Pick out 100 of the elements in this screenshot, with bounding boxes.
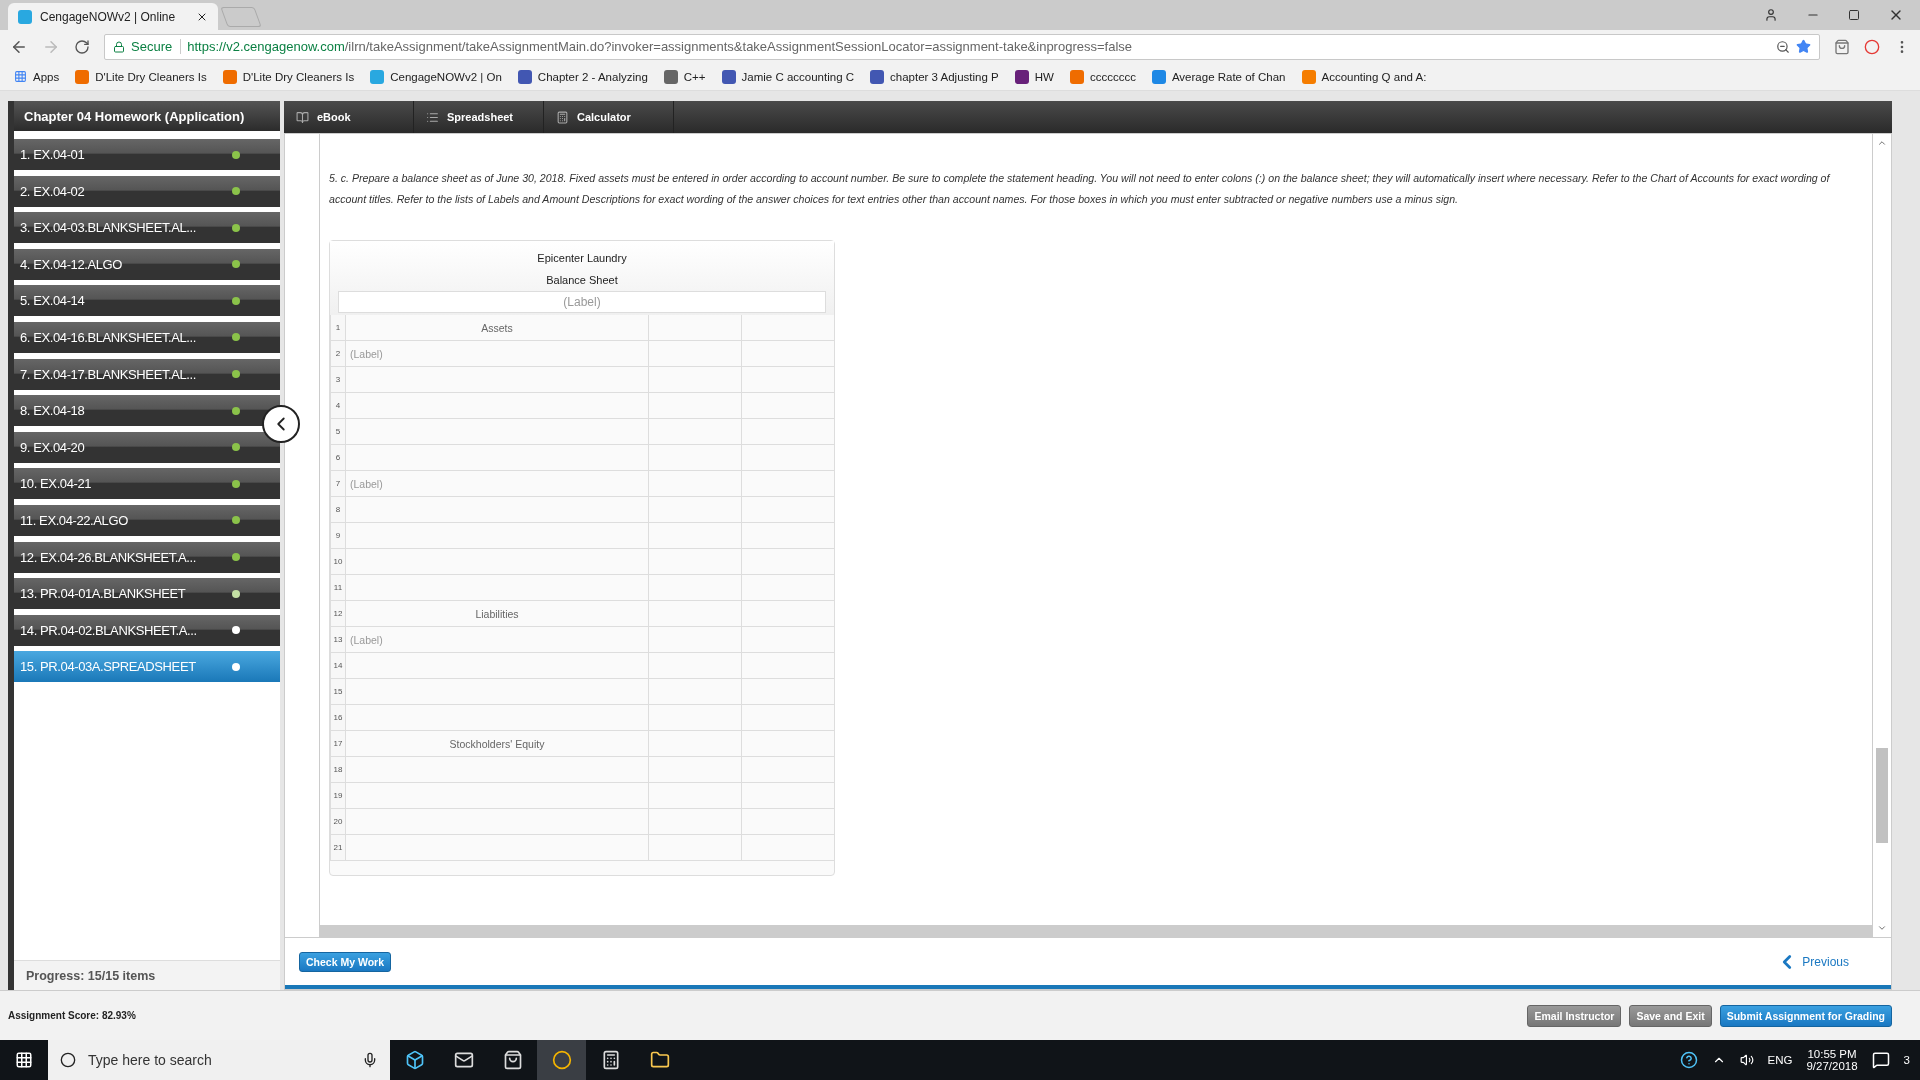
amount-field[interactable] — [649, 445, 742, 471]
date-field[interactable]: (Label) — [338, 291, 826, 313]
bookmark-link[interactable]: chapter 3 Adjusting P — [870, 69, 999, 84]
amount-field[interactable] — [649, 341, 742, 367]
label-field[interactable] — [346, 757, 649, 783]
question-item[interactable]: 8. EX.04-18 — [14, 395, 280, 427]
question-item[interactable]: 1. EX.04-01 — [14, 139, 280, 170]
speaker-icon[interactable] — [1739, 1053, 1754, 1067]
help-icon[interactable] — [1679, 1051, 1698, 1069]
amount-field[interactable] — [649, 315, 742, 341]
action-button[interactable]: Save and Exit — [1629, 1004, 1712, 1027]
action-button[interactable]: Email Instructor — [1527, 1004, 1622, 1027]
amount-field[interactable] — [649, 731, 742, 757]
bookmark-link[interactable]: Apps — [14, 70, 60, 83]
amount-field[interactable] — [649, 809, 742, 835]
question-item[interactable]: 3. EX.04-03.BLANKSHEET.AL... — [14, 212, 280, 244]
label-field[interactable] — [346, 523, 649, 549]
amount-field[interactable] — [649, 835, 742, 861]
amount-field[interactable] — [649, 367, 742, 393]
clock[interactable]: 10:55 PM 9/27/2018 — [1806, 1048, 1858, 1072]
amount-field[interactable] — [649, 757, 742, 783]
amount-field[interactable] — [649, 705, 742, 731]
notification-icon[interactable] — [1871, 1051, 1890, 1069]
question-item[interactable]: 15. PR.04-03A.SPREADSHEET — [14, 651, 280, 683]
bookmark-link[interactable]: Jamie C accounting C — [721, 69, 855, 84]
question-label: 7. EX.04-17.BLANKSHEET.AL... — [20, 366, 196, 382]
label-field[interactable]: (Label) — [346, 341, 649, 367]
label-field[interactable] — [346, 393, 649, 419]
amount-field[interactable] — [649, 627, 742, 653]
search-field[interactable]: Type here to search — [48, 1040, 390, 1080]
question-item[interactable]: 14. PR.04-02.BLANKSHEET.A... — [14, 614, 280, 646]
bookmark-link[interactable]: cccccccc — [1069, 69, 1136, 84]
amount-field[interactable] — [649, 393, 742, 419]
new-tab-button[interactable] — [220, 7, 262, 27]
amount-field[interactable] — [649, 679, 742, 705]
label-field[interactable] — [346, 367, 649, 393]
zoom-icon[interactable] — [1776, 39, 1790, 54]
label-field[interactable] — [346, 705, 649, 731]
reload-icon[interactable] — [74, 38, 90, 55]
amount-field[interactable] — [649, 601, 742, 627]
amount-field[interactable] — [649, 523, 742, 549]
question-item[interactable]: 7. EX.04-17.BLANKSHEET.AL... — [14, 358, 280, 390]
bookmark-link[interactable]: Accounting Q and A: — [1301, 69, 1427, 84]
label-field[interactable] — [346, 549, 649, 575]
question-label: 11. EX.04-22.ALGO — [20, 512, 128, 528]
amount-field[interactable] — [649, 575, 742, 601]
lock-icon — [113, 40, 125, 53]
label-field[interactable] — [346, 679, 649, 705]
question-label: 4. EX.04-12.ALGO — [20, 256, 122, 272]
question-item[interactable]: 13. PR.04-01A.BLANKSHEET — [14, 578, 280, 610]
question-item[interactable]: 12. EX.04-26.BLANKSHEET.A... — [14, 541, 280, 573]
scroll-down-icon[interactable] — [1877, 923, 1887, 933]
check-my-work-button[interactable]: Check My Work — [299, 951, 391, 972]
label-field[interactable] — [346, 653, 649, 679]
row-number: 12 — [330, 601, 346, 627]
amount-field[interactable] — [649, 783, 742, 809]
bookmark-link[interactable]: CengageNOWv2 | On — [370, 69, 502, 84]
label-field[interactable] — [346, 419, 649, 445]
amount-field[interactable] — [649, 497, 742, 523]
label-field[interactable] — [346, 783, 649, 809]
extension-icon[interactable] — [1834, 38, 1850, 55]
bookmark-link[interactable]: Average Rate of Chan — [1151, 69, 1286, 84]
browser-tab[interactable]: CengageNOWv2 | Online — [8, 3, 218, 30]
question-item[interactable]: 10. EX.04-21 — [14, 468, 280, 500]
bookmark-star-icon[interactable] — [1796, 39, 1811, 54]
bookmark-link[interactable]: C++ — [663, 69, 706, 84]
label-field[interactable] — [346, 445, 649, 471]
amount-field[interactable] — [649, 419, 742, 445]
amount-field[interactable] — [649, 653, 742, 679]
bookmark-link[interactable]: HW — [1014, 69, 1054, 84]
label-field[interactable] — [346, 835, 649, 861]
extension-icon[interactable] — [1864, 38, 1880, 55]
profile-icon[interactable] — [1764, 8, 1778, 22]
search-input[interactable]: Type here to search — [86, 1051, 352, 1069]
scrollbar-thumb[interactable] — [1876, 748, 1888, 843]
restore-icon[interactable] — [1848, 9, 1860, 21]
amount-field[interactable] — [649, 549, 742, 575]
question-item[interactable]: 9. EX.04-20 — [14, 431, 280, 463]
amount-field[interactable] — [649, 471, 742, 497]
address-bar[interactable]: Secure https://v2.cengagenow.com/ilrn/takeAssignment/takeAssignmentMain.do?invoker=assignments&takeAssignmentSessionLocator=assignment-take&inprogress=false — [104, 33, 1820, 60]
question-label: 9. EX.04-20 — [20, 439, 85, 455]
bookmark-link[interactable]: Chapter 2 - Analyzing — [517, 69, 648, 84]
question-item[interactable]: 5. EX.04-14 — [14, 285, 280, 317]
bookmark-link[interactable]: D'Lite Dry Cleaners Is — [75, 69, 207, 84]
label-field[interactable]: (Label) — [346, 627, 649, 653]
question-item[interactable]: 6. EX.04-16.BLANKSHEET.AL... — [14, 321, 280, 353]
bookmark-link[interactable]: D'Lite Dry Cleaners Is — [222, 69, 355, 84]
label-field[interactable]: (Label) — [346, 471, 649, 497]
question-item[interactable]: 4. EX.04-12.ALGO — [14, 248, 280, 280]
question-item[interactable]: 2. EX.04-02 — [14, 175, 280, 207]
site-icon — [663, 69, 678, 84]
scroll-up-icon[interactable] — [1877, 138, 1887, 148]
label-field[interactable] — [346, 575, 649, 601]
language-indicator[interactable]: ENG — [1767, 1054, 1793, 1066]
question-item[interactable]: 11. EX.04-22.ALGO — [14, 504, 280, 536]
previous-link[interactable]: Previous — [1776, 950, 1849, 973]
label-field[interactable] — [346, 809, 649, 835]
action-button[interactable]: Submit Assignment for Grading — [1719, 1004, 1892, 1027]
label-field[interactable] — [346, 497, 649, 523]
horizontal-scrollbar[interactable] — [320, 925, 1872, 937]
